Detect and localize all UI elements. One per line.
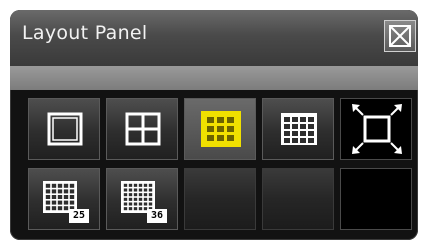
layout-4x4-icon [281,113,317,145]
close-button[interactable] [384,20,416,52]
empty-slot [184,168,256,230]
layout-4x4-button[interactable] [262,98,334,160]
title-bar: Layout Panel [10,10,418,66]
layout-2x2-icon [125,112,161,146]
layout-25-badge: 25 [69,209,89,223]
layout-1x1-icon [47,112,83,146]
panel-title: Layout Panel [22,22,148,44]
layout-panel: Layout Panel 25 36 [10,10,418,240]
layout-5x5-button[interactable]: 25 [28,168,100,230]
empty-slot [340,168,412,230]
layout-1x1-button[interactable] [28,98,100,160]
layout-6x6-icon [121,181,155,213]
close-icon [389,25,411,47]
fullscreen-icon [352,104,402,154]
layout-36-badge: 36 [147,209,167,223]
empty-slot [262,168,334,230]
layout-3x3-icon [201,111,241,147]
layout-2x2-button[interactable] [106,98,178,160]
layout-6x6-button[interactable]: 36 [106,168,178,230]
fullscreen-button[interactable] [340,98,412,160]
toolbar-band [10,66,418,90]
layout-3x3-button[interactable] [184,98,256,160]
layout-5x5-icon [43,181,77,213]
